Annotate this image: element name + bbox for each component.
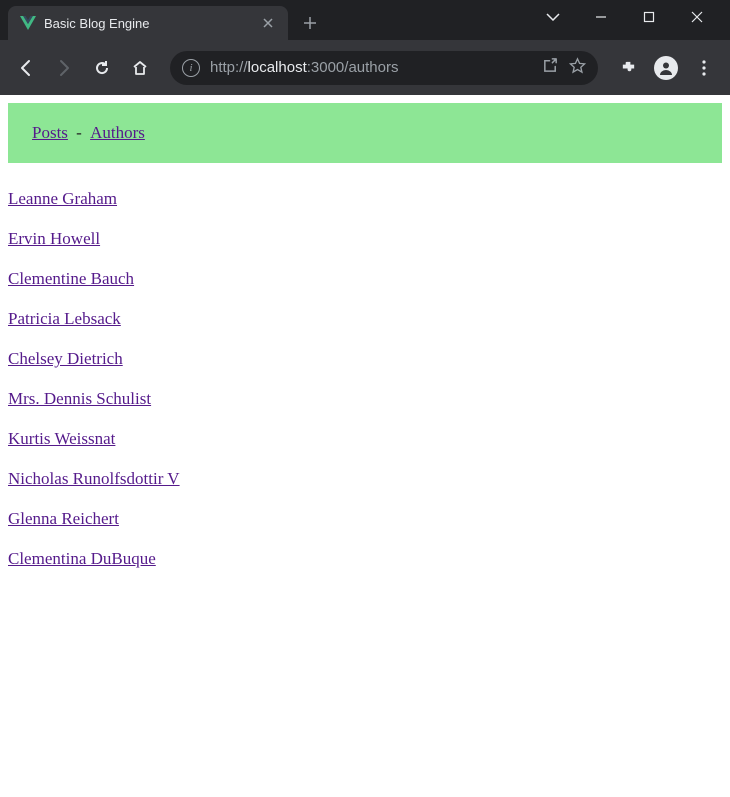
nav-link-authors[interactable]: Authors — [90, 123, 145, 142]
share-icon[interactable] — [542, 57, 559, 78]
list-item: Glenna Reichert — [8, 509, 722, 529]
author-link[interactable]: Patricia Lebsack — [8, 309, 121, 328]
profile-avatar[interactable] — [650, 52, 682, 84]
bookmark-icon[interactable] — [569, 57, 586, 78]
browser-toolbar: i http://localhost:3000/authors — [0, 40, 730, 95]
url-scheme: http:// — [210, 59, 248, 76]
close-window-button[interactable] — [682, 2, 712, 32]
author-link[interactable]: Chelsey Dietrich — [8, 349, 123, 368]
author-link[interactable]: Ervin Howell — [8, 229, 100, 248]
url-path: :3000/authors — [307, 59, 399, 76]
kebab-menu-icon[interactable] — [688, 52, 720, 84]
site-info-icon[interactable]: i — [182, 59, 200, 77]
author-link[interactable]: Mrs. Dennis Schulist — [8, 389, 151, 408]
list-item: Ervin Howell — [8, 229, 722, 249]
list-item: Nicholas Runolfsdottir V — [8, 469, 722, 489]
minimize-window-button[interactable] — [586, 2, 616, 32]
list-item: Clementina DuBuque — [8, 549, 722, 569]
maximize-window-button[interactable] — [634, 2, 664, 32]
back-button[interactable] — [10, 52, 42, 84]
extensions-icon[interactable] — [612, 52, 644, 84]
author-link[interactable]: Leanne Graham — [8, 189, 117, 208]
authors-list: Leanne Graham Ervin Howell Clementine Ba… — [8, 163, 722, 595]
list-item: Patricia Lebsack — [8, 309, 722, 329]
window-controls — [538, 2, 730, 32]
list-item: Chelsey Dietrich — [8, 349, 722, 369]
browser-tab[interactable]: Basic Blog Engine — [8, 6, 288, 40]
list-item: Clementine Bauch — [8, 269, 722, 289]
tab-title: Basic Blog Engine — [44, 16, 252, 31]
author-link[interactable]: Glenna Reichert — [8, 509, 119, 528]
chevron-down-icon[interactable] — [538, 2, 568, 32]
nav-link-posts[interactable]: Posts — [32, 123, 68, 142]
vue-logo-icon — [20, 16, 36, 30]
reload-button[interactable] — [86, 52, 118, 84]
page-content: Posts - Authors Leanne Graham Ervin Howe… — [0, 95, 730, 603]
list-item: Kurtis Weissnat — [8, 429, 722, 449]
url-host: localhost — [248, 59, 307, 76]
site-nav: Posts - Authors — [8, 103, 722, 163]
titlebar: Basic Blog Engine — [0, 0, 730, 40]
author-link[interactable]: Clementine Bauch — [8, 269, 134, 288]
author-link[interactable]: Clementina DuBuque — [8, 549, 156, 568]
author-link[interactable]: Nicholas Runolfsdottir V — [8, 469, 180, 488]
nav-separator: - — [72, 123, 86, 142]
close-tab-icon[interactable] — [260, 15, 276, 31]
list-item: Mrs. Dennis Schulist — [8, 389, 722, 409]
list-item: Leanne Graham — [8, 189, 722, 209]
toolbar-right — [612, 52, 720, 84]
address-bar[interactable]: i http://localhost:3000/authors — [170, 51, 598, 85]
url-text: http://localhost:3000/authors — [210, 59, 532, 76]
browser-chrome: Basic Blog Engine — [0, 0, 730, 95]
author-link[interactable]: Kurtis Weissnat — [8, 429, 115, 448]
forward-button[interactable] — [48, 52, 80, 84]
home-button[interactable] — [124, 52, 156, 84]
new-tab-button[interactable] — [296, 9, 324, 37]
